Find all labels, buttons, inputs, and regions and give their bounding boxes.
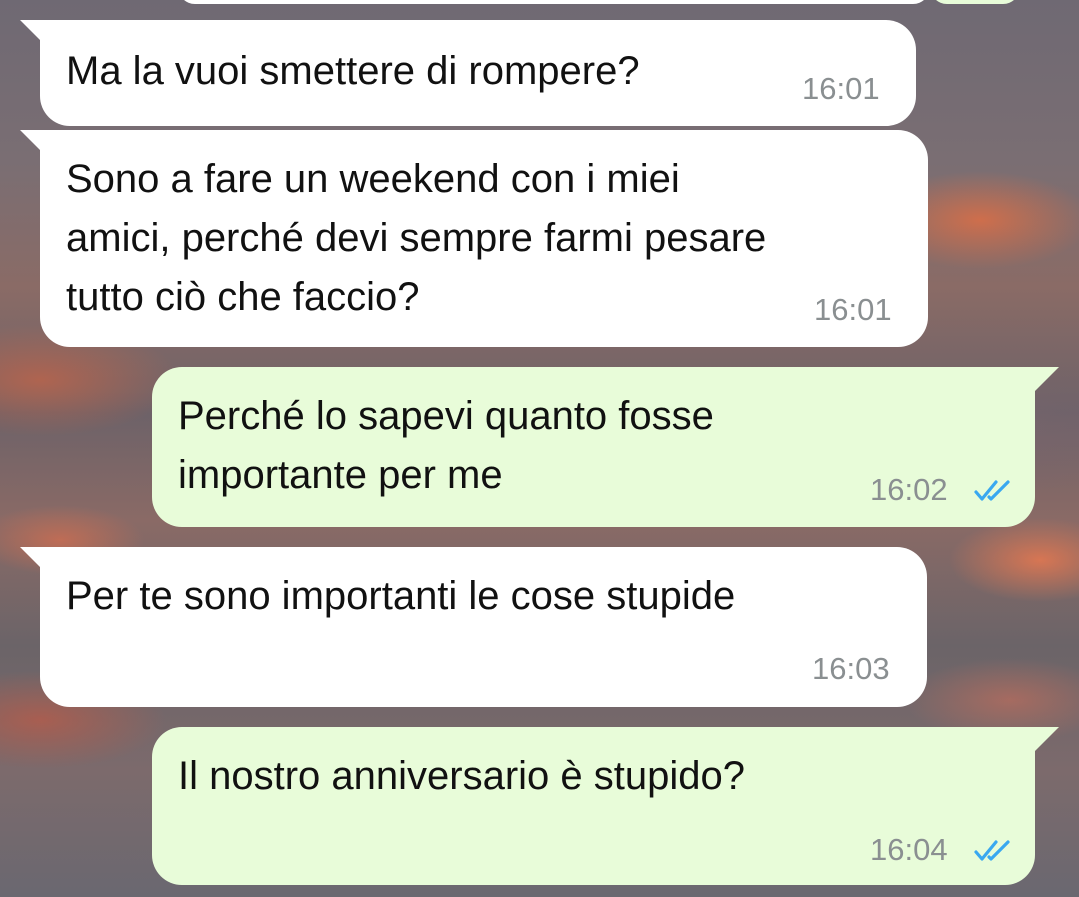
- message-bubble-outgoing[interactable]: Perché lo sapevi quanto fosse importante…: [152, 367, 1059, 527]
- message-text: Sono a fare un weekend con i miei amici,…: [66, 157, 767, 319]
- message-text: Il nostro anniversario è stupido?: [178, 754, 745, 798]
- double-check-read-icon: [974, 480, 1010, 501]
- message-timestamp: 16:04: [870, 832, 948, 867]
- double-check-read-icon: [974, 840, 1010, 861]
- message-timestamp: 16:02: [870, 472, 948, 507]
- message-timestamp: 16:03: [812, 651, 890, 686]
- message-bubble-incoming[interactable]: Sono a fare un weekend con i miei amici,…: [20, 130, 928, 347]
- chat-area: Ma la vuoi smettere di rompere? 16:01 So…: [0, 0, 1079, 897]
- message-bubble-incoming[interactable]: Ma la vuoi smettere di rompere? 16:01: [20, 20, 916, 126]
- message-text: Ma la vuoi smettere di rompere?: [66, 49, 640, 93]
- message-bubble-outgoing[interactable]: Il nostro anniversario è stupido? 16:04: [152, 727, 1059, 885]
- previous-outgoing-bubble[interactable]: [930, 0, 1020, 4]
- message-timestamp: 16:01: [814, 292, 892, 327]
- message-text: Perché lo sapevi quanto fosse importante…: [178, 394, 714, 497]
- message-bubble-incoming[interactable]: Per te sono importanti le cose stupide 1…: [20, 547, 927, 707]
- previous-incoming-bubble[interactable]: [178, 0, 930, 4]
- message-timestamp: 16:01: [802, 71, 880, 106]
- message-text: Per te sono importanti le cose stupide: [66, 574, 736, 618]
